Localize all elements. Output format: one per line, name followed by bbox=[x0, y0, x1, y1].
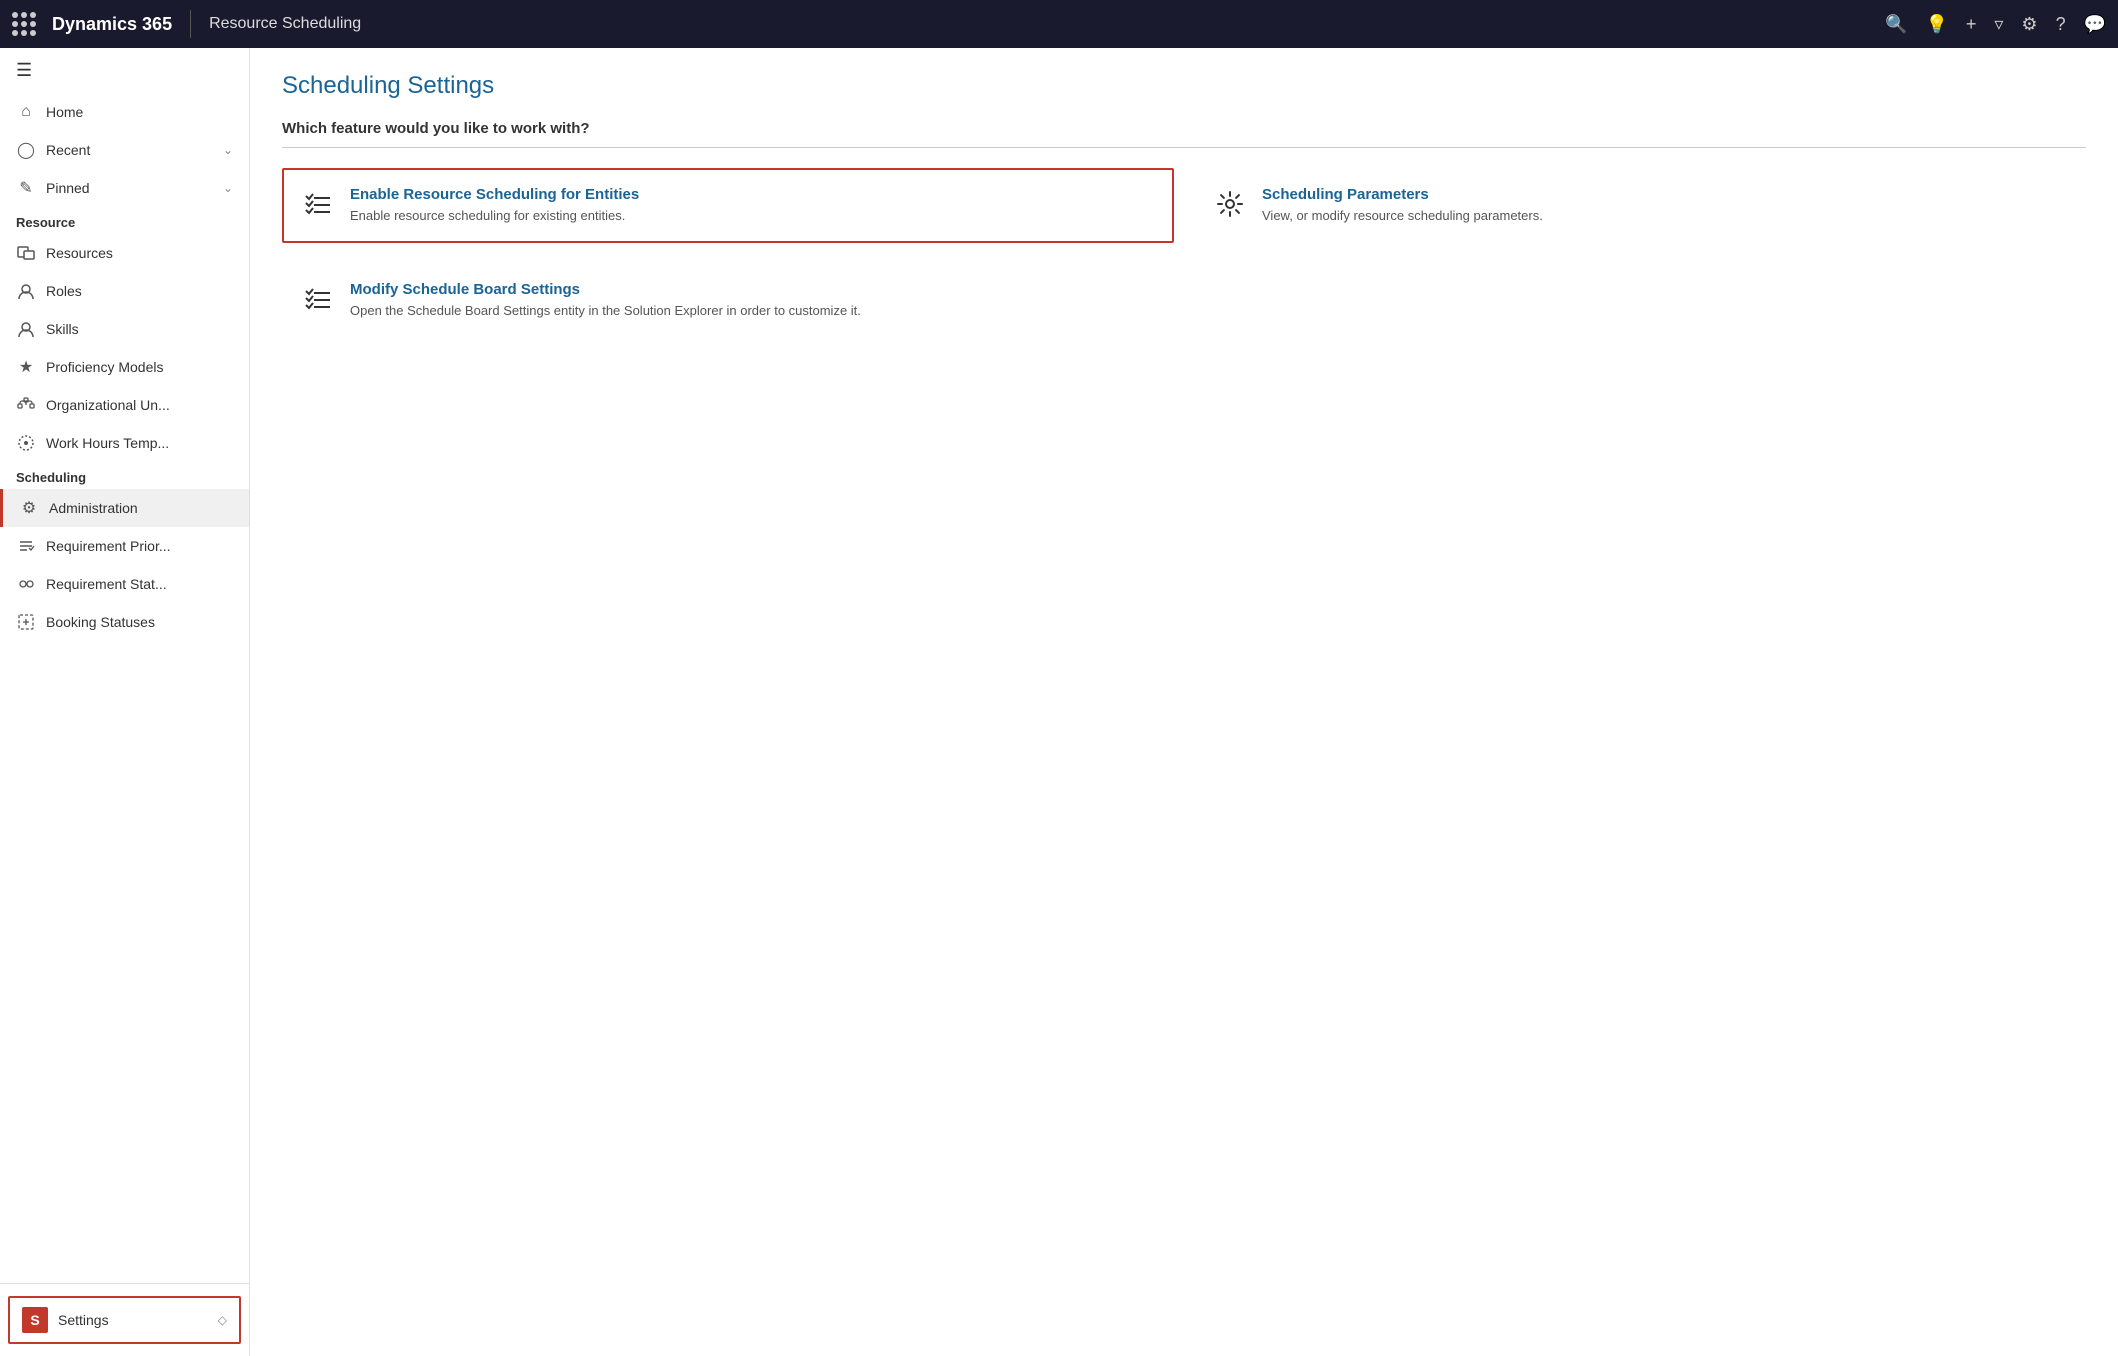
sidebar-item-resources-label: Resources bbox=[46, 245, 113, 261]
skills-icon bbox=[16, 319, 36, 339]
sidebar-item-proficiency-label: Proficiency Models bbox=[46, 359, 164, 375]
sidebar-item-recent-label: Recent bbox=[46, 142, 90, 158]
sidebar-item-req-priorities-label: Requirement Prior... bbox=[46, 538, 171, 554]
sidebar-item-resources[interactable]: Resources bbox=[0, 234, 249, 272]
sidebar-item-proficiency[interactable]: ★ Proficiency Models bbox=[0, 348, 249, 386]
search-icon[interactable]: 🔍 bbox=[1885, 14, 1907, 35]
sidebar-item-org-units[interactable]: Organizational Un... bbox=[0, 386, 249, 424]
org-units-icon bbox=[16, 395, 36, 415]
sidebar-item-administration[interactable]: ⚙ Administration bbox=[0, 489, 249, 527]
req-statuses-icon bbox=[16, 574, 36, 594]
roles-icon bbox=[16, 281, 36, 301]
add-icon[interactable]: + bbox=[1966, 14, 1977, 35]
scheduling-parameters-card[interactable]: Scheduling Parameters View, or modify re… bbox=[1194, 168, 2086, 243]
sidebar-item-work-hours-label: Work Hours Temp... bbox=[46, 435, 169, 451]
req-priorities-icon bbox=[16, 536, 36, 556]
home-icon: ⌂ bbox=[16, 102, 36, 122]
modify-schedule-board-desc: Open the Schedule Board Settings entity … bbox=[350, 302, 861, 320]
sidebar-item-roles-label: Roles bbox=[46, 283, 82, 299]
resource-section-label: Resource bbox=[0, 207, 249, 234]
top-navigation: Dynamics 365 Resource Scheduling 🔍 💡 + ▿… bbox=[0, 0, 2118, 48]
enable-resource-scheduling-desc: Enable resource scheduling for existing … bbox=[350, 207, 639, 225]
sidebar-item-booking-statuses-label: Booking Statuses bbox=[46, 614, 155, 630]
section-question: Which feature would you like to work wit… bbox=[282, 120, 2086, 148]
checklist-icon bbox=[300, 186, 336, 222]
app-launcher-icon[interactable] bbox=[12, 12, 36, 36]
sidebar-item-home-label: Home bbox=[46, 104, 83, 120]
modify-schedule-board-card[interactable]: Modify Schedule Board Settings Open the … bbox=[282, 263, 1174, 338]
scheduling-parameters-desc: View, or modify resource scheduling para… bbox=[1262, 207, 1543, 225]
sidebar-item-req-statuses[interactable]: Requirement Stat... bbox=[0, 565, 249, 603]
hamburger-menu-icon[interactable]: ☰ bbox=[16, 60, 32, 81]
sidebar-bottom: S Settings ◇ bbox=[0, 1283, 249, 1356]
enable-resource-scheduling-title: Enable Resource Scheduling for Entities bbox=[350, 186, 639, 203]
settings-icon[interactable]: ⚙ bbox=[2021, 14, 2037, 35]
sidebar-item-pinned[interactable]: ✎ Pinned ⌄ bbox=[0, 169, 249, 207]
sidebar-item-roles[interactable]: Roles bbox=[0, 272, 249, 310]
resources-icon bbox=[16, 243, 36, 263]
sidebar-item-pinned-label: Pinned bbox=[46, 180, 90, 196]
settings-badge: S bbox=[22, 1307, 48, 1333]
cards-grid: Enable Resource Scheduling for Entities … bbox=[282, 168, 2086, 338]
settings-label: Settings bbox=[58, 1312, 109, 1328]
sidebar-item-org-units-label: Organizational Un... bbox=[46, 397, 170, 413]
sidebar-item-home[interactable]: ⌂ Home bbox=[0, 93, 249, 131]
feedback-icon[interactable]: 💬 bbox=[2084, 14, 2106, 35]
scheduling-parameters-title: Scheduling Parameters bbox=[1262, 186, 1543, 203]
administration-icon: ⚙ bbox=[19, 498, 39, 518]
proficiency-icon: ★ bbox=[16, 357, 36, 377]
modify-schedule-board-title: Modify Schedule Board Settings bbox=[350, 281, 861, 298]
sidebar-item-booking-statuses[interactable]: Booking Statuses bbox=[0, 603, 249, 641]
sidebar-item-work-hours[interactable]: Work Hours Temp... bbox=[0, 424, 249, 462]
chevron-down-icon: ⌄ bbox=[223, 181, 233, 195]
sidebar-header: ☰ bbox=[0, 48, 249, 93]
nav-divider bbox=[190, 10, 191, 38]
gear-large-icon bbox=[1212, 186, 1248, 222]
scheduling-section-label: Scheduling bbox=[0, 462, 249, 489]
sidebar-item-administration-label: Administration bbox=[49, 500, 138, 516]
lightbulb-icon[interactable]: 💡 bbox=[1925, 14, 1947, 35]
pin-icon: ✎ bbox=[16, 178, 36, 198]
work-hours-icon bbox=[16, 433, 36, 453]
page-title: Scheduling Settings bbox=[282, 72, 2086, 100]
filter-icon[interactable]: ▿ bbox=[1994, 14, 2003, 35]
sidebar: ☰ ⌂ Home ◯ Recent ⌄ ✎ Pinned ⌄ Resource bbox=[0, 48, 250, 1356]
chevron-down-icon: ⌄ bbox=[223, 143, 233, 157]
sidebar-item-recent[interactable]: ◯ Recent ⌄ bbox=[0, 131, 249, 169]
sidebar-item-skills[interactable]: Skills bbox=[0, 310, 249, 348]
sidebar-item-req-priorities[interactable]: Requirement Prior... bbox=[0, 527, 249, 565]
settings-chevron-icon: ◇ bbox=[218, 1313, 227, 1327]
help-icon[interactable]: ? bbox=[2056, 14, 2066, 35]
main-content: Scheduling Settings Which feature would … bbox=[250, 48, 2118, 1356]
brand-name: Dynamics 365 bbox=[52, 14, 172, 35]
booking-statuses-icon bbox=[16, 612, 36, 632]
module-name: Resource Scheduling bbox=[209, 15, 361, 33]
enable-resource-scheduling-card[interactable]: Enable Resource Scheduling for Entities … bbox=[282, 168, 1174, 243]
recent-icon: ◯ bbox=[16, 140, 36, 160]
settings-nav-item[interactable]: S Settings ◇ bbox=[8, 1296, 241, 1344]
sidebar-item-req-statuses-label: Requirement Stat... bbox=[46, 576, 167, 592]
sidebar-item-skills-label: Skills bbox=[46, 321, 79, 337]
checklist2-icon bbox=[300, 281, 336, 317]
nav-icons: 🔍 💡 + ▿ ⚙ ? 💬 bbox=[1885, 14, 2106, 35]
